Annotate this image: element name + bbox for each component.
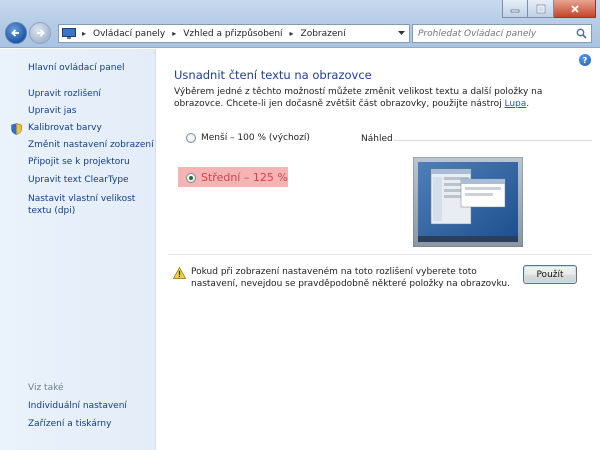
preview-label: Náhled [361, 134, 393, 144]
control-panel-home-link[interactable]: Hlavní ovládací panel [28, 63, 125, 73]
maximize-icon [536, 4, 545, 13]
main-content: ? Usnadnit čtení textu na obrazovce Výbě… [157, 49, 600, 450]
warning-icon [173, 267, 186, 279]
breadcrumb-display[interactable]: Zobrazení [298, 29, 349, 39]
radio-smaller[interactable] [186, 133, 196, 143]
option-smaller-label[interactable]: Menší – 100 % (výchozí) [201, 133, 310, 143]
description-end: . [526, 99, 530, 109]
breadcrumb-appearance[interactable]: Vzhled a přizpůsobení [180, 29, 285, 39]
sidebar-item-connect-projector[interactable]: Připojit se k projektoru [28, 157, 130, 167]
preview-divider [394, 140, 592, 141]
breadcrumb-separator[interactable]: ▸ [286, 29, 298, 38]
chevron-down-icon [397, 31, 405, 35]
close-button[interactable] [554, 0, 596, 18]
help-icon[interactable]: ? [579, 54, 591, 66]
apply-button[interactable]: Použít [523, 265, 577, 284]
minimize-button[interactable] [502, 0, 528, 18]
address-bar[interactable]: ▸ Ovládací panely ▸ Vzhled a přizpůsoben… [58, 24, 410, 43]
magnifier-link[interactable]: Lupa [504, 99, 526, 109]
sidebar-item-calibrate-color[interactable]: Kalibrovat barvy [28, 123, 102, 133]
arrow-left-icon [11, 29, 19, 37]
page-title: Usnadnit čtení textu na obrazovce [174, 68, 372, 82]
sidebar-item-adjust-resolution[interactable]: Upravit rozlišení [28, 89, 101, 99]
see-also-heading: Viz také [28, 383, 64, 393]
sidebar-item-personalization[interactable]: Individuální nastavení [28, 401, 127, 411]
breadcrumb-separator[interactable]: ▸ [78, 29, 90, 38]
address-dropdown-button[interactable] [393, 25, 409, 42]
sidebar-item-display-settings[interactable]: Změnit nastavení zobrazení [28, 140, 154, 150]
search-input[interactable] [418, 28, 568, 39]
maximize-button[interactable] [528, 0, 554, 18]
option-smaller[interactable]: Menší – 100 % (výchozí) [186, 133, 310, 143]
sidebar-item-cleartype[interactable]: Upravit text ClearType [28, 175, 129, 185]
back-button[interactable] [5, 22, 27, 44]
sidebar-item-custom-dpi[interactable]: Nastavit vlastní velikost textu (dpi) [28, 193, 152, 217]
page-description: Výběrem jedné z těchto možností můžete z… [174, 86, 594, 110]
close-icon [570, 4, 579, 13]
arrow-right-icon [37, 29, 45, 37]
sidebar-item-adjust-brightness[interactable]: Upravit jas [28, 106, 76, 116]
warning-divider [168, 254, 592, 255]
option-medium-label[interactable]: Střední – 125 % [201, 171, 288, 184]
description-text: Výběrem jedné z těchto možností můžete z… [174, 87, 543, 109]
option-medium[interactable]: Střední – 125 % [186, 171, 288, 184]
search-box[interactable] [412, 24, 592, 43]
breadcrumb-control-panel[interactable]: Ovládací panely [90, 29, 168, 39]
minimize-icon [510, 9, 520, 12]
breadcrumb-separator[interactable]: ▸ [168, 29, 180, 38]
sidebar-item-devices-printers[interactable]: Zařízení a tiskárny [28, 419, 111, 429]
forward-button[interactable] [29, 22, 51, 44]
radio-medium[interactable] [186, 172, 196, 183]
display-preview-image [413, 157, 523, 247]
task-pane: Hlavní ovládací panel Upravit rozlišení … [0, 49, 156, 450]
search-icon [576, 28, 587, 39]
window-controls [502, 0, 596, 18]
warning-text: Pokud při zobrazení nastaveném na toto r… [191, 267, 510, 289]
title-bar: ▸ Ovládací panely ▸ Vzhled a přizpůsoben… [0, 0, 600, 48]
shield-icon [11, 123, 22, 135]
control-panel-icon [62, 28, 78, 40]
